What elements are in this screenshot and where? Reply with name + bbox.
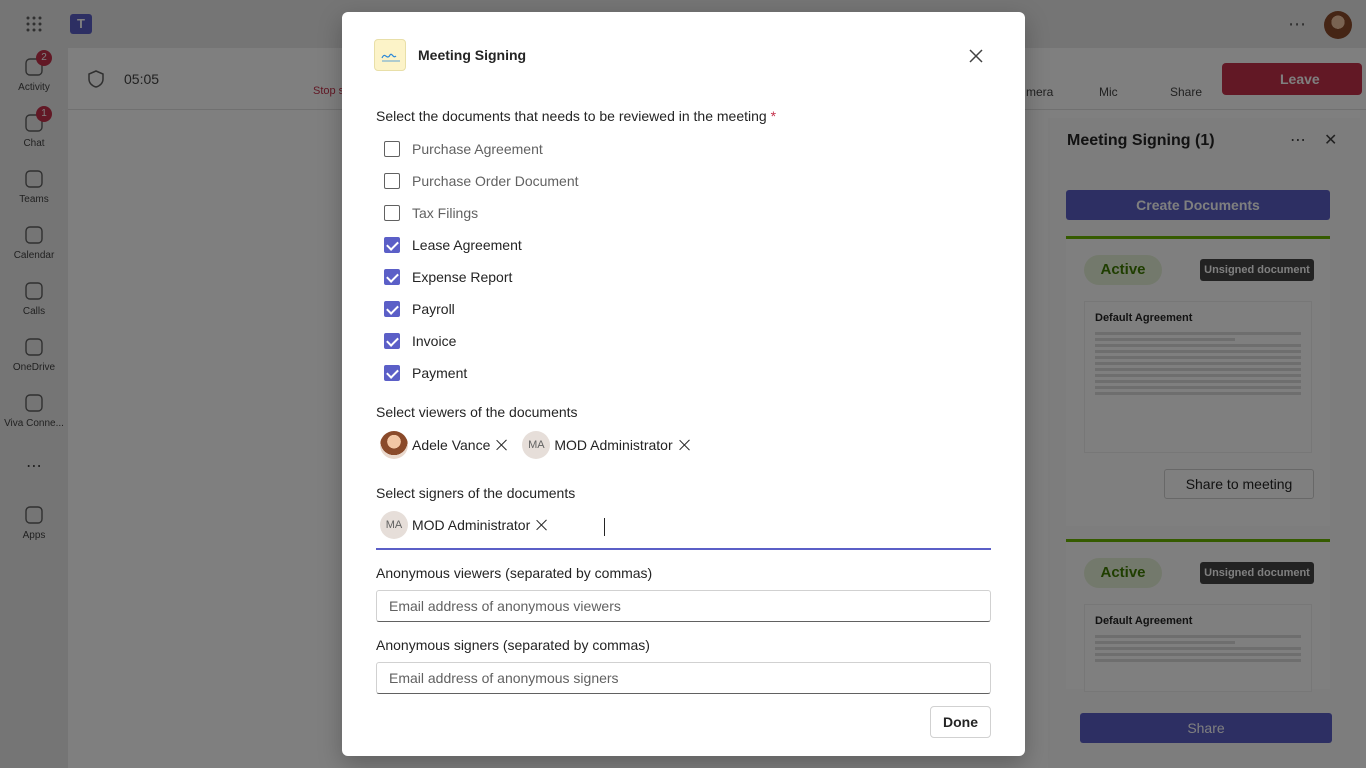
document-option[interactable]: Purchase Agreement [384, 139, 543, 159]
person-name: MOD Administrator [412, 517, 531, 533]
person-name: Adele Vance [412, 437, 491, 453]
viewers-picker[interactable]: Adele Vance MA MOD Administrator [380, 430, 705, 460]
signing-app-icon [374, 39, 406, 71]
document-option-label: Purchase Order Document [412, 173, 579, 189]
person-chip: Adele Vance [380, 431, 508, 459]
signers-label: Select signers of the documents [376, 485, 576, 501]
document-option-label: Purchase Agreement [412, 141, 543, 157]
viewers-label: Select viewers of the documents [376, 404, 578, 420]
meeting-signing-dialog: Meeting Signing Select the documents tha… [342, 12, 1025, 756]
remove-person-icon[interactable] [536, 519, 548, 531]
checkbox[interactable] [384, 365, 400, 381]
signers-picker[interactable]: MA MOD Administrator [376, 506, 991, 550]
signer-chips: MA MOD Administrator [380, 510, 562, 540]
checkbox[interactable] [384, 205, 400, 221]
document-option-label: Payment [412, 365, 468, 381]
done-button[interactable]: Done [930, 706, 991, 738]
documents-label-text: Select the documents that needs to be re… [376, 108, 767, 124]
document-option[interactable]: Expense Report [384, 267, 512, 287]
person-chip: MA MOD Administrator [522, 431, 690, 459]
documents-label: Select the documents that needs to be re… [376, 108, 776, 124]
person-chip: MA MOD Administrator [380, 511, 548, 539]
checkbox[interactable] [384, 333, 400, 349]
document-option-label: Expense Report [412, 269, 513, 285]
document-option[interactable]: Lease Agreement [384, 235, 522, 255]
document-option[interactable]: Payroll [384, 299, 455, 319]
anon-signers-label: Anonymous signers (separated by commas) [376, 637, 650, 653]
text-caret [604, 518, 605, 536]
checkbox[interactable] [384, 269, 400, 285]
document-option[interactable]: Tax Filings [384, 203, 478, 223]
document-option-label: Tax Filings [412, 205, 479, 221]
document-option-label: Payroll [412, 301, 455, 317]
remove-person-icon[interactable] [496, 439, 508, 451]
document-option-label: Invoice [412, 333, 457, 349]
document-option[interactable]: Purchase Order Document [384, 171, 579, 191]
document-option-label: Lease Agreement [412, 237, 522, 253]
person-name: MOD Administrator [554, 437, 673, 453]
close-icon[interactable] [966, 46, 986, 66]
anon-signers-input[interactable] [376, 662, 991, 694]
checkbox[interactable] [384, 173, 400, 189]
avatar [380, 431, 408, 459]
checkbox[interactable] [384, 301, 400, 317]
anon-viewers-input[interactable] [376, 590, 991, 622]
checkbox[interactable] [384, 141, 400, 157]
required-mark: * [770, 108, 777, 124]
checkbox[interactable] [384, 237, 400, 253]
avatar: MA [522, 431, 551, 459]
document-option[interactable]: Payment [384, 363, 467, 383]
anon-viewers-label: Anonymous viewers (separated by commas) [376, 565, 653, 581]
document-option[interactable]: Invoice [384, 331, 456, 351]
remove-person-icon[interactable] [679, 439, 691, 451]
dialog-title: Meeting Signing [418, 47, 527, 63]
avatar: MA [380, 511, 408, 539]
